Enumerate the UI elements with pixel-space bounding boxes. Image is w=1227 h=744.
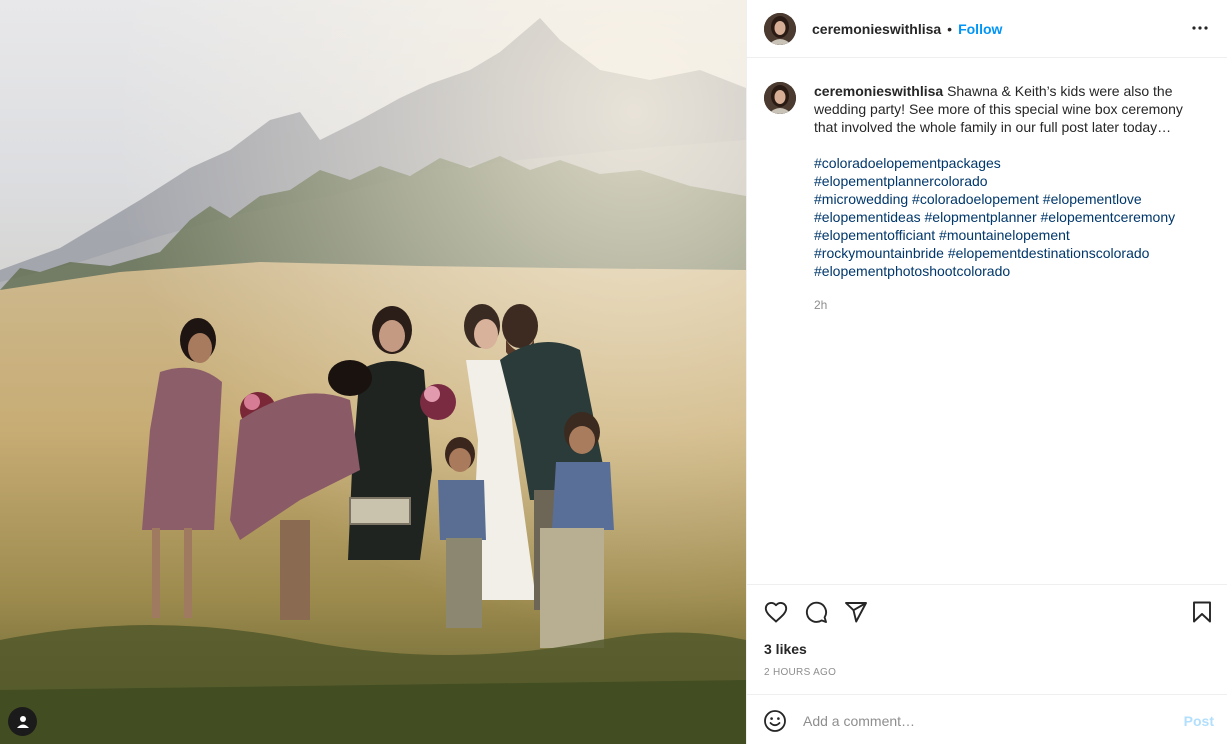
caption-body: ceremonieswithlisa Shawna & Keith’s kids…	[814, 82, 1204, 584]
follow-button[interactable]: Follow	[958, 21, 1002, 37]
hashtag-link[interactable]: #elopementplannercolorado	[814, 173, 988, 189]
caption-avatar[interactable]	[764, 82, 796, 114]
action-row	[763, 599, 1212, 625]
more-horizontal-icon	[1192, 26, 1208, 30]
comment-button[interactable]	[803, 599, 829, 625]
header-username[interactable]: ceremonieswithlisa	[812, 21, 941, 37]
hashtag-line: #microwedding #coloradoelopement #elopem…	[814, 190, 1204, 208]
avatar-image	[764, 82, 796, 114]
hashtag-link[interactable]: #rockymountainbride #elopementdestinatio…	[814, 245, 1149, 261]
header-separator: •	[947, 20, 953, 37]
likes-count[interactable]: 3 likes	[764, 641, 807, 657]
hashtag-line: #rockymountainbride #elopementdestinatio…	[814, 244, 1204, 262]
avatar-image	[764, 12, 796, 45]
user-tag-icon	[16, 715, 29, 728]
heart-icon	[764, 601, 788, 623]
share-button[interactable]	[843, 599, 869, 625]
wedding-photo	[0, 0, 746, 744]
hashtag-line: #elopementplannercolorado	[814, 172, 1204, 190]
comment-form: Post	[747, 694, 1227, 744]
bookmark-icon	[1193, 601, 1211, 623]
posted-time[interactable]: 2 HOURS AGO	[764, 667, 836, 678]
save-button[interactable]	[1189, 599, 1215, 625]
caption-username[interactable]: ceremonieswithlisa	[814, 83, 943, 99]
hashtag-line: #elopementofficiant #mountainelopement	[814, 226, 1204, 244]
avatar[interactable]	[764, 12, 796, 45]
hashtag-line: #elopementideas #elopmentplanner #elopem…	[814, 208, 1204, 226]
post-actions: 3 likes 2 HOURS AGO	[747, 584, 1227, 694]
post-side-panel: ceremonieswithlisa • Follow ceremonieswi…	[746, 0, 1227, 744]
hashtag-link[interactable]: #elopementphotoshootcolorado	[814, 263, 1010, 279]
emoji-button[interactable]	[763, 709, 787, 733]
post-photo[interactable]	[0, 0, 746, 744]
hashtag-link[interactable]: #elopementideas #elopmentplanner #elopem…	[814, 209, 1175, 225]
emoji-icon	[764, 710, 786, 732]
hashtag-link[interactable]: #coloradoelopementpackages	[814, 155, 1001, 171]
post-header: ceremonieswithlisa • Follow	[747, 0, 1227, 58]
hashtag-link[interactable]: #elopementofficiant #mountainelopement	[814, 227, 1070, 243]
comment-input[interactable]	[803, 708, 1163, 734]
caption-text-block: ceremonieswithlisa Shawna & Keith’s kids…	[814, 82, 1204, 136]
caption-time[interactable]: 2h	[814, 296, 1204, 314]
hashtag-link[interactable]: #microwedding #coloradoelopement #elopem…	[814, 191, 1142, 207]
caption-area: ceremonieswithlisa Shawna & Keith’s kids…	[747, 58, 1227, 584]
post-comment-button[interactable]: Post	[1184, 713, 1214, 729]
hashtag-line: #elopementphotoshootcolorado	[814, 262, 1204, 280]
like-button[interactable]	[763, 599, 789, 625]
hashtag-line: #coloradoelopementpackages	[814, 154, 1204, 172]
comment-icon	[805, 601, 828, 623]
hashtag-list: #coloradoelopementpackages #elopementpla…	[814, 154, 1204, 280]
send-icon	[845, 602, 867, 623]
more-options-button[interactable]	[1188, 18, 1212, 38]
tagged-users-button[interactable]	[8, 707, 37, 736]
